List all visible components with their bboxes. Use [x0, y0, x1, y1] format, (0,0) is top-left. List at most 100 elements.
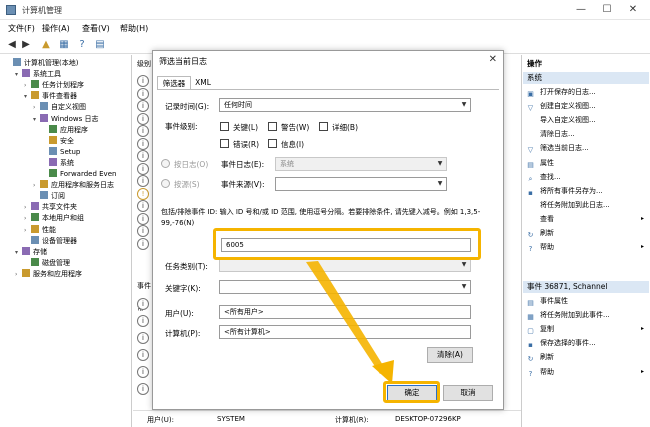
maximize-button[interactable]: ☐	[594, 2, 620, 18]
action-item[interactable]: ▣ 打开保存的日志...	[526, 86, 646, 98]
warning-checkbox[interactable]	[268, 122, 277, 131]
expanded-icon[interactable]: ▾	[33, 114, 40, 125]
collapsed-icon[interactable]: ›	[15, 269, 22, 280]
tree-item[interactable]: ▾ Windows 日志	[33, 113, 98, 125]
tree-item[interactable]: Setup	[42, 146, 80, 158]
tree-item[interactable]: › 应用程序和服务日志	[33, 180, 114, 191]
collapsed-icon[interactable]: ›	[24, 80, 31, 91]
tree-item[interactable]: Forwarded Even	[42, 169, 116, 180]
action-item[interactable]: ▪ 保存选择的事件...	[526, 337, 646, 349]
action-item[interactable]: ? 帮助 ▸	[526, 366, 646, 378]
properties-icon[interactable]: ▤	[94, 39, 106, 51]
verbose-checkbox[interactable]	[319, 122, 328, 131]
collapsed-icon[interactable]: ›	[24, 202, 31, 213]
tree-item[interactable]: 磁盘管理	[24, 257, 70, 269]
action-item[interactable]: ↻ 刷新	[526, 351, 646, 363]
filter-icon: ▽	[527, 104, 534, 113]
action-item-label: 导入自定义视图...	[540, 116, 596, 125]
information-checkbox[interactable]	[268, 139, 277, 148]
action-item[interactable]: ▤ 事件属性	[526, 295, 646, 307]
tree-item[interactable]: 设备管理器	[24, 235, 77, 247]
action-item[interactable]: ▤ 属性	[526, 157, 646, 169]
action-item[interactable]: ? 帮助 ▸	[526, 241, 646, 253]
action-item[interactable]: ▪ 将所有事件另存为...	[526, 185, 646, 197]
tree-item[interactable]: ▾ 系统工具	[15, 69, 61, 80]
action-item[interactable]: 导入自定义视图...	[526, 114, 646, 126]
submenu-arrow-icon: ▸	[640, 243, 644, 251]
refresh-icon: ↻	[527, 355, 534, 364]
level-column-header[interactable]: 级别	[137, 59, 151, 69]
collapsed-icon[interactable]: ›	[24, 225, 31, 236]
tree-item[interactable]: 应用程序	[42, 124, 88, 136]
expanded-icon[interactable]: ▾	[24, 91, 31, 102]
action-item-label: 将任务附加到此日志...	[540, 200, 610, 209]
collapsed-icon[interactable]: ›	[24, 213, 31, 224]
tree-item[interactable]: 订阅	[33, 191, 65, 202]
critical-checkbox[interactable]	[220, 122, 229, 131]
clear-button[interactable]: 清除(A)	[427, 347, 473, 363]
by-source-radio[interactable]	[161, 179, 170, 188]
properties-icon: ▤	[527, 160, 534, 169]
error-checkbox[interactable]	[220, 139, 229, 148]
events-tab[interactable]: 事件	[137, 281, 151, 291]
event-sources-label: 事件来源(V):	[221, 180, 265, 189]
tab-xml[interactable]: XML	[191, 76, 215, 90]
action-item[interactable]: ▦ 将任务附加到此事件...	[526, 309, 646, 321]
action-item[interactable]: 清除日志...	[526, 128, 646, 140]
tree-item[interactable]: › 共享文件夹	[24, 202, 77, 213]
actions-header: 操作	[527, 59, 542, 68]
tree-item[interactable]: 计算机管理(本地)	[6, 58, 78, 69]
keywords-select[interactable]: ▼	[219, 280, 471, 294]
user-input[interactable]: <所有用户>	[219, 305, 471, 319]
by-log-radio[interactable]	[161, 159, 170, 168]
menu-view[interactable]: 查看(V)	[82, 23, 110, 34]
tree-item[interactable]: › 任务计划程序	[24, 80, 84, 91]
menu-file[interactable]: 文件(F)	[8, 23, 35, 34]
help-icon[interactable]: ?	[76, 39, 88, 51]
tree-node-icon	[31, 257, 39, 266]
task-category-select[interactable]: ▼	[219, 258, 471, 272]
tree-item[interactable]: ▾ 存储	[15, 246, 47, 258]
tree-item[interactable]: › 服务和应用程序	[15, 268, 82, 280]
collapsed-icon[interactable]: ›	[33, 102, 40, 113]
tree-item[interactable]: › 性能	[24, 224, 56, 236]
information-label: 信息(I)	[281, 140, 305, 149]
close-button[interactable]: ✕	[620, 2, 646, 18]
action-item[interactable]: ▢ 复制 ▸	[526, 323, 646, 335]
collapsed-icon[interactable]: ›	[33, 180, 40, 191]
tab-filter[interactable]: 筛选器	[157, 76, 191, 90]
console-tree-icon[interactable]: ▦	[58, 39, 70, 51]
copy-icon: ▢	[527, 327, 534, 336]
event-logs-select[interactable]: 系统 ▼	[275, 157, 447, 171]
tree-item[interactable]: ▾ 事件查看器	[24, 91, 77, 102]
actions-section-event[interactable]: 事件 36871, Schannel	[523, 281, 649, 293]
expanded-icon[interactable]: ▾	[15, 69, 22, 80]
tree-item[interactable]: 系统	[42, 157, 74, 169]
submenu-arrow-icon: ▸	[640, 325, 644, 333]
find-icon: ⌕	[528, 174, 533, 183]
logged-select[interactable]: 任何时间 ▼	[219, 98, 471, 112]
action-item[interactable]: 将任务附加到此日志...	[526, 199, 646, 211]
action-item[interactable]: 查看 ▸	[526, 213, 646, 225]
action-item[interactable]: ↻ 刷新	[526, 227, 646, 239]
event-sources-select[interactable]: ▼	[275, 177, 447, 191]
tree-item[interactable]: › 自定义视图	[33, 102, 86, 113]
tree-item[interactable]: › 本地用户和组	[24, 213, 84, 224]
tree-item[interactable]: 安全	[42, 135, 74, 147]
action-item[interactable]: ▽ 筛选当前日志...	[526, 142, 646, 154]
forward-icon[interactable]: ▶	[20, 39, 32, 51]
minimize-button[interactable]: —	[568, 2, 594, 18]
up-folder-icon[interactable]: ▲	[40, 39, 52, 51]
cancel-button[interactable]: 取消	[443, 385, 493, 401]
expanded-icon[interactable]: ▾	[15, 247, 22, 258]
dialog-close-button[interactable]: ✕	[489, 54, 497, 65]
menu-help[interactable]: 帮助(H)	[120, 23, 148, 34]
back-icon[interactable]: ◀	[6, 39, 18, 51]
by-log-label: 按日志(O)	[174, 160, 209, 169]
action-item[interactable]: ⌕ 查找...	[526, 171, 646, 183]
menu-action[interactable]: 操作(A)	[42, 23, 70, 34]
action-item[interactable]: ▽ 创建自定义视图...	[526, 100, 646, 112]
computer-input[interactable]: <所有计算机>	[219, 325, 471, 339]
tree-node-icon	[49, 146, 57, 155]
actions-section-system[interactable]: 系统	[523, 72, 649, 84]
